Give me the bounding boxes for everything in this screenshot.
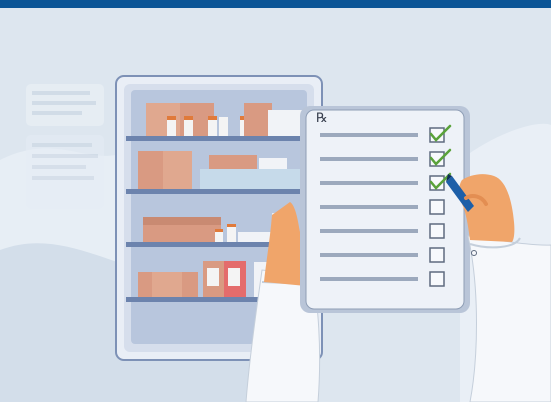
checkbox-icon[interactable]: [429, 223, 445, 239]
wall-note-bottom: [26, 135, 104, 209]
checkbox-icon[interactable]: [429, 271, 445, 287]
checklist-line: [320, 181, 418, 185]
checklist-line: [320, 229, 418, 233]
checklist-line: [320, 205, 418, 209]
shelf-1: [126, 136, 310, 141]
checklist-line: [320, 253, 418, 257]
pharmacy-scene: [0, 75, 551, 402]
checkbox-icon[interactable]: [429, 199, 445, 215]
illustration: ℞: [0, 0, 551, 402]
wall-note-top: [26, 84, 104, 126]
checklist-line: [320, 277, 418, 281]
checklist-line: [320, 157, 418, 161]
checkbox-icon[interactable]: [429, 247, 445, 263]
rx-symbol: ℞: [316, 111, 328, 126]
shelf-2: [126, 189, 310, 194]
checklist-line: [320, 133, 418, 137]
right-arm: [467, 235, 551, 402]
